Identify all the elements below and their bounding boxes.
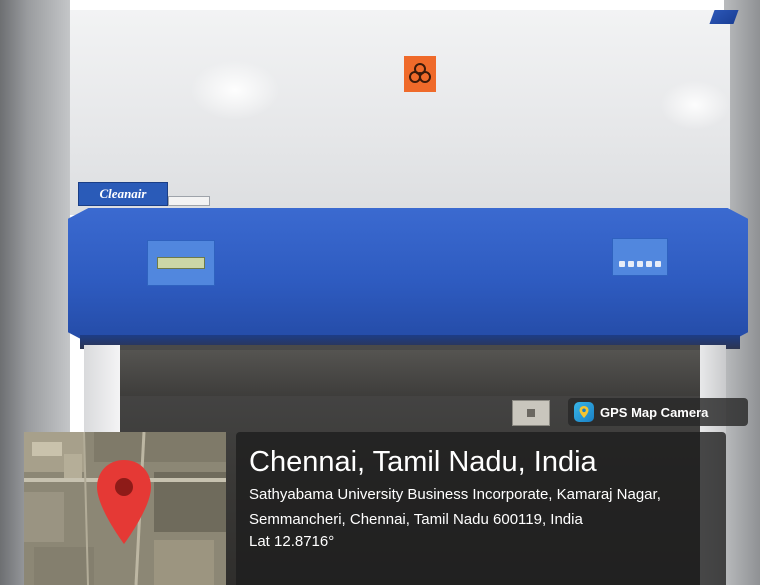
- biohazard-label-icon: [404, 56, 436, 92]
- location-address: Sathyabama University Business Incorpora…: [249, 486, 661, 528]
- lcd-display: [147, 240, 215, 286]
- ceiling: [0, 0, 760, 10]
- cabinet-top-panel: [70, 10, 730, 215]
- keypad-button: [628, 261, 634, 267]
- photo-scene: Cleanair GPS Map Camera Chennai, Tamil N…: [0, 0, 760, 585]
- keypad-button: [646, 261, 652, 267]
- sash-top-band: [120, 350, 700, 396]
- location-title: Chennai, Tamil Nadu, India: [249, 446, 597, 478]
- brand-logo: Cleanair: [78, 182, 168, 206]
- power-socket: [512, 400, 550, 426]
- latitude-text: Lat 12.8716°: [249, 533, 335, 550]
- location-info-panel: Chennai, Tamil Nadu, India Sathyabama Un…: [236, 432, 726, 585]
- lcd-screen: [157, 257, 205, 269]
- map-pin-icon: [574, 402, 594, 422]
- keypad-button: [619, 261, 625, 267]
- keypad-button: [637, 261, 643, 267]
- model-plate: [168, 196, 210, 206]
- brand-name: Cleanair: [99, 186, 147, 201]
- gps-app-badge: GPS Map Camera: [568, 398, 748, 426]
- light-reflection: [190, 60, 280, 120]
- cabinet-corner-trim: [709, 10, 739, 24]
- control-keypad: [612, 238, 668, 276]
- keypad-button: [655, 261, 661, 267]
- map-thumbnail: [24, 432, 226, 585]
- light-reflection: [660, 80, 730, 130]
- gps-app-name: GPS Map Camera: [600, 404, 709, 420]
